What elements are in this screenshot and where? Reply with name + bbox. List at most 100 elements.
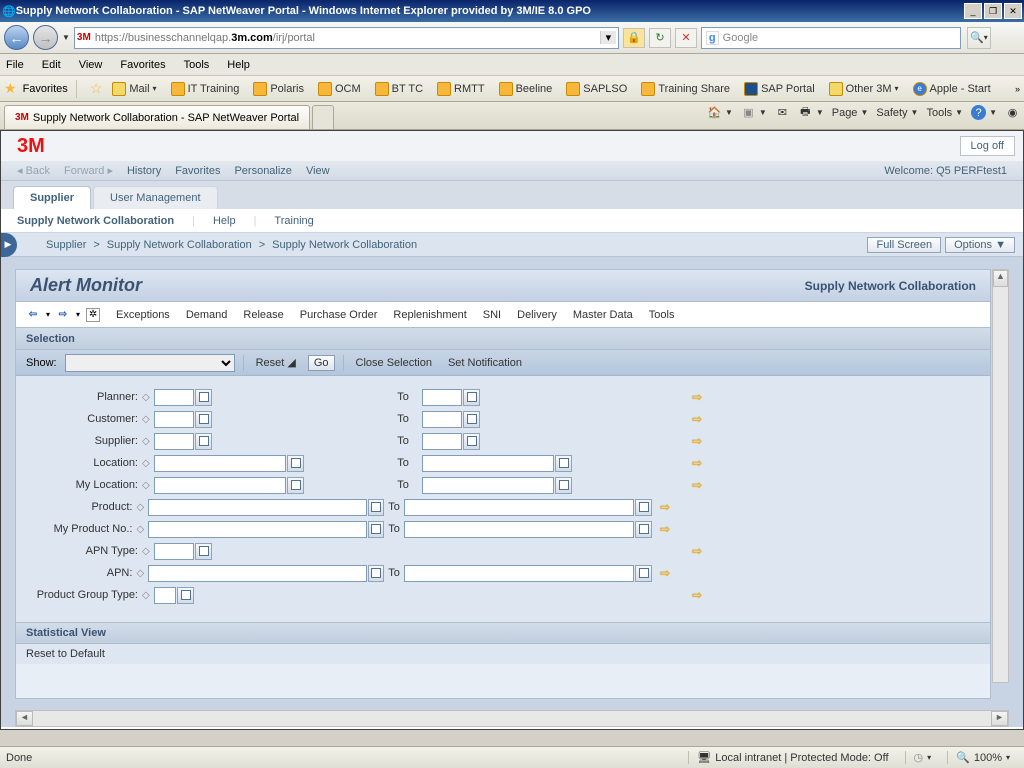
fav-mail[interactable]: Mail▾ bbox=[108, 81, 160, 97]
search-button[interactable]: 🔍▾ bbox=[967, 27, 991, 49]
forward-button[interactable]: → bbox=[33, 25, 58, 50]
tb-favorites[interactable]: Favorites bbox=[175, 165, 220, 177]
favorites-star-icon[interactable]: ★ bbox=[4, 80, 17, 97]
subnav-training[interactable]: Training bbox=[274, 215, 313, 227]
input-mylocation-to[interactable] bbox=[422, 477, 554, 494]
fav-overflow[interactable]: » bbox=[1015, 84, 1020, 94]
tb-back[interactable]: ◂ Back bbox=[17, 164, 50, 177]
tb-history[interactable]: History bbox=[127, 165, 161, 177]
input-myprodno-from[interactable] bbox=[148, 521, 367, 538]
menu-favorites[interactable]: Favorites bbox=[120, 59, 165, 71]
restore-button[interactable]: ❐ bbox=[984, 3, 1002, 19]
status-protected[interactable]: ◷▾ bbox=[905, 751, 940, 764]
fav-rmtt[interactable]: RMTT bbox=[433, 81, 489, 97]
input-mylocation-from[interactable] bbox=[154, 477, 286, 494]
new-tab-button[interactable] bbox=[312, 105, 334, 129]
menu-tools[interactable]: Tools bbox=[649, 309, 675, 321]
menu-help[interactable]: Help bbox=[227, 59, 250, 71]
close-button[interactable]: ✕ bbox=[1004, 3, 1022, 19]
refresh-button[interactable]: ↻ bbox=[649, 28, 671, 48]
fav-saplso[interactable]: SAPLSO bbox=[562, 81, 631, 97]
input-product-to[interactable] bbox=[404, 499, 634, 516]
input-customer-to[interactable] bbox=[422, 411, 462, 428]
add-favorite-icon[interactable]: ☆ bbox=[90, 80, 103, 97]
tab-usermgmt[interactable]: User Management bbox=[93, 186, 218, 209]
input-apntype[interactable] bbox=[154, 543, 194, 560]
input-supplier-to[interactable] bbox=[422, 433, 462, 450]
address-drop[interactable]: ▾ bbox=[600, 31, 616, 44]
fav-trainingshare[interactable]: Training Share bbox=[637, 81, 734, 97]
fav-polaris[interactable]: Polaris bbox=[249, 81, 308, 97]
menu-exceptions[interactable]: Exceptions bbox=[116, 309, 170, 321]
input-supplier-from[interactable] bbox=[154, 433, 194, 450]
fav-bttc[interactable]: BT TC bbox=[371, 81, 427, 97]
tools-menu[interactable]: Tools▼ bbox=[926, 107, 963, 119]
input-planner-from[interactable] bbox=[154, 389, 194, 406]
reset-default-button[interactable]: Reset to Default bbox=[16, 644, 990, 664]
menu-masterdata[interactable]: Master Data bbox=[573, 309, 633, 321]
fav-other3m[interactable]: Other 3M▾ bbox=[825, 81, 903, 97]
close-selection-button[interactable]: Close Selection bbox=[352, 357, 436, 369]
page-menu[interactable]: Page▼ bbox=[832, 107, 869, 119]
fav-sapportal[interactable]: SAP Portal bbox=[740, 81, 819, 97]
menu-demand[interactable]: Demand bbox=[186, 309, 228, 321]
print-button[interactable]: 🖶▼ bbox=[798, 105, 824, 120]
safety-menu[interactable]: Safety▼ bbox=[876, 107, 918, 119]
menu-sni[interactable]: SNI bbox=[483, 309, 501, 321]
evernote-button[interactable]: ◉ bbox=[1005, 105, 1020, 120]
input-product-from[interactable] bbox=[148, 499, 367, 516]
reset-button[interactable]: Reset ◢ bbox=[252, 356, 300, 369]
set-notification-button[interactable]: Set Notification bbox=[444, 357, 526, 369]
menu-replenishment[interactable]: Replenishment bbox=[393, 309, 466, 321]
favorites-label[interactable]: Favorites bbox=[23, 83, 68, 95]
readmail-button[interactable]: ✉ bbox=[775, 105, 790, 120]
select-option-icon[interactable]: ◇ bbox=[142, 392, 154, 403]
go-button[interactable]: Go bbox=[308, 355, 335, 371]
input-apn-to[interactable] bbox=[404, 565, 634, 582]
input-customer-from[interactable] bbox=[154, 411, 194, 428]
tb-forward[interactable]: Forward ▸ bbox=[64, 164, 113, 177]
fav-beeline[interactable]: Beeline bbox=[495, 81, 557, 97]
input-prodgrptype[interactable] bbox=[154, 587, 176, 604]
subnav-help[interactable]: Help bbox=[213, 215, 236, 227]
fav-ittraining[interactable]: IT Training bbox=[167, 81, 244, 97]
feeds-button[interactable]: ▣▼ bbox=[741, 105, 767, 120]
minimize-button[interactable]: _ bbox=[964, 3, 982, 19]
logoff-button[interactable]: Log off bbox=[960, 136, 1015, 156]
menu-tools[interactable]: Tools bbox=[184, 59, 210, 71]
address-bar[interactable]: 3M https://businesschannelqap.3m.com/irj… bbox=[74, 27, 619, 49]
nav-panel-toggle[interactable]: ▶ bbox=[0, 233, 17, 257]
bc-supplier[interactable]: Supplier bbox=[46, 239, 86, 251]
fav-ocm[interactable]: OCM bbox=[314, 81, 365, 97]
menu-delivery[interactable]: Delivery bbox=[517, 309, 557, 321]
fullscreen-button[interactable]: Full Screen bbox=[867, 237, 941, 253]
fav-apple[interactable]: eApple - Start bbox=[909, 81, 995, 97]
search-box[interactable]: g Google bbox=[701, 27, 961, 49]
help-button[interactable]: ?▼ bbox=[971, 105, 997, 120]
browser-tab[interactable]: 3M Supply Network Collaboration - SAP Ne… bbox=[4, 105, 310, 129]
horizontal-scrollbar[interactable]: ◄► bbox=[15, 710, 1009, 727]
tb-personalize[interactable]: Personalize bbox=[234, 165, 291, 177]
f4-planner-to[interactable] bbox=[463, 389, 480, 406]
nav-fav-icon[interactable]: ✲ bbox=[86, 308, 100, 322]
status-zoom[interactable]: 🔍100% ▾ bbox=[947, 751, 1018, 764]
f4-planner-from[interactable] bbox=[195, 389, 212, 406]
show-select[interactable] bbox=[65, 354, 235, 372]
nav-history-drop[interactable]: ▼ bbox=[62, 33, 70, 42]
input-apn-from[interactable] bbox=[148, 565, 367, 582]
nav-back-icon[interactable]: ⇦ bbox=[26, 308, 40, 322]
home-button[interactable]: 🏠▼ bbox=[707, 105, 733, 120]
input-location-to[interactable] bbox=[422, 455, 554, 472]
nav-fwd-icon[interactable]: ⇨ bbox=[56, 308, 70, 322]
stop-button[interactable]: ✕ bbox=[675, 28, 697, 48]
menu-file[interactable]: File bbox=[6, 59, 24, 71]
multi-select-icon[interactable]: ⇨ bbox=[692, 390, 702, 404]
menu-view[interactable]: View bbox=[79, 59, 103, 71]
back-button[interactable]: ← bbox=[4, 25, 29, 50]
vertical-scrollbar[interactable]: ▲ bbox=[992, 269, 1009, 683]
menu-edit[interactable]: Edit bbox=[42, 59, 61, 71]
input-location-from[interactable] bbox=[154, 455, 286, 472]
bc-snc1[interactable]: Supply Network Collaboration bbox=[107, 239, 252, 251]
tb-view[interactable]: View bbox=[306, 165, 330, 177]
menu-release[interactable]: Release bbox=[243, 309, 283, 321]
